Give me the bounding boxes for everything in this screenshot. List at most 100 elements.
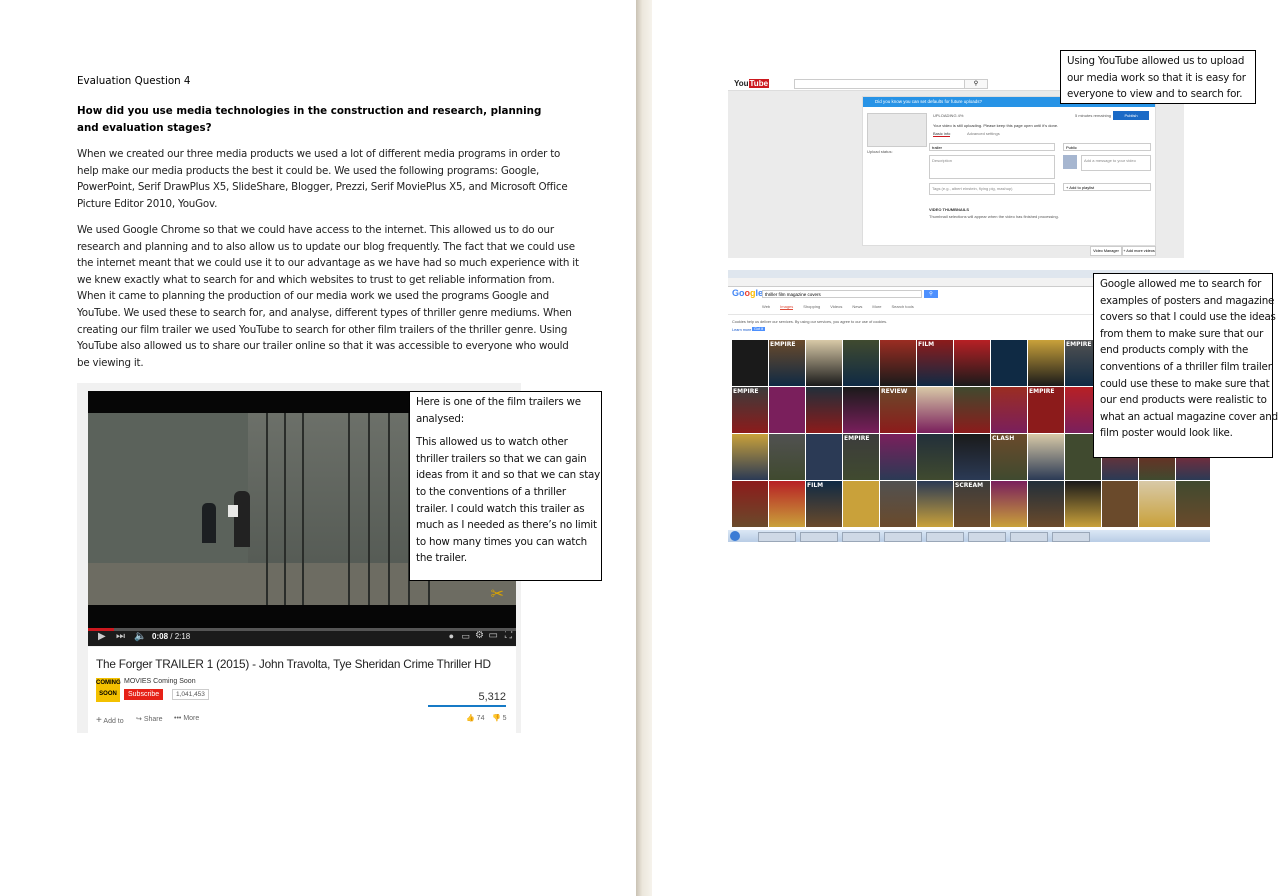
add-to-button[interactable]: + Add to (96, 715, 124, 726)
image-result-thumb[interactable]: EMPIRE (1028, 387, 1064, 433)
image-result-thumb[interactable] (843, 387, 879, 433)
privacy-select[interactable]: Public (1063, 143, 1151, 151)
tags-input[interactable]: Tags (e.g., albert einstein, flying pig,… (929, 183, 1055, 195)
dislike-button[interactable]: 👎 5 (492, 714, 507, 722)
cookie-learn-more[interactable]: Learn more (732, 328, 751, 332)
subscribe-button[interactable]: Subscribe (124, 689, 164, 700)
youtube-search-input[interactable] (794, 79, 966, 89)
image-result-thumb[interactable] (843, 481, 879, 527)
image-result-thumb[interactable]: EMPIRE (732, 387, 768, 433)
image-result-thumb[interactable]: REVIEW (880, 387, 916, 433)
share-button[interactable]: ↪ Share (136, 715, 163, 723)
image-result-thumb[interactable] (1176, 481, 1210, 527)
image-result-thumb[interactable]: SCREAM (954, 481, 990, 527)
add-more-videos-button[interactable]: + Add more videos (1122, 246, 1156, 256)
youtube-logo[interactable]: YouTube (734, 79, 770, 88)
image-result-thumb[interactable] (991, 481, 1027, 527)
theater-icon[interactable]: ▭ (489, 630, 498, 641)
taskbar-button[interactable] (842, 532, 880, 542)
image-result-thumb[interactable] (769, 434, 805, 480)
image-result-thumb[interactable] (1102, 481, 1138, 527)
google-tab[interactable]: Search tools (892, 304, 914, 309)
image-result-thumb[interactable] (954, 340, 990, 386)
image-result-thumb[interactable] (1028, 340, 1064, 386)
image-result-thumb[interactable] (954, 434, 990, 480)
paragraph-line: YouTube. We used these to search for, an… (77, 306, 572, 319)
cover-masthead: EMPIRE (770, 341, 796, 348)
image-result-thumb[interactable]: CLASH (991, 434, 1027, 480)
tab-basic-info[interactable]: Basic info (933, 131, 951, 137)
google-logo[interactable]: Google (732, 288, 763, 298)
image-result-thumb[interactable]: FILM (806, 481, 842, 527)
image-result-thumb[interactable]: EMPIRE (769, 340, 805, 386)
image-result-thumb[interactable] (1028, 434, 1064, 480)
youtube-note-text: Using YouTube allowed us to upload our me… (1067, 53, 1249, 103)
search-icon[interactable]: ⚲ (964, 79, 988, 89)
message-input[interactable]: Add a message to your video (1081, 155, 1151, 171)
taskbar-button[interactable] (758, 532, 796, 542)
description-input[interactable]: Description (929, 155, 1055, 179)
more-button[interactable]: ••• More (174, 715, 199, 722)
taskbar-button[interactable] (926, 532, 964, 542)
channel-name[interactable]: MOVIES Coming Soon (124, 678, 196, 685)
publish-button[interactable]: Publish (1113, 111, 1149, 120)
annotations-icon[interactable]: ● (449, 631, 454, 641)
google-tab[interactable]: Web (762, 304, 770, 309)
image-result-thumb[interactable] (806, 387, 842, 433)
google-tab[interactable]: More (872, 304, 881, 309)
taskbar-button[interactable] (800, 532, 838, 542)
image-result-thumb[interactable] (1065, 481, 1101, 527)
paragraph-line: we knew exactly what to search for and w… (77, 273, 555, 286)
image-result-thumb[interactable] (843, 340, 879, 386)
taskbar-button[interactable] (968, 532, 1006, 542)
image-result-thumb[interactable] (806, 434, 842, 480)
note-line: could use these to make sure that (1100, 377, 1270, 390)
google-tab[interactable]: News (852, 304, 862, 309)
image-result-thumb[interactable] (769, 387, 805, 433)
like-button[interactable]: 👍 74 (466, 714, 484, 722)
volume-icon[interactable]: 🔈 (134, 631, 146, 642)
google-search-input[interactable]: thriller film magazine covers (762, 290, 922, 298)
google-tab[interactable]: Shopping (803, 304, 820, 309)
image-result-thumb[interactable] (732, 481, 768, 527)
image-result-thumb[interactable] (732, 434, 768, 480)
image-result-thumb[interactable] (1139, 481, 1175, 527)
channel-logo[interactable]: COMING SOON (96, 678, 121, 702)
image-result-thumb[interactable] (880, 434, 916, 480)
cookie-ok-button[interactable]: Got it (752, 327, 766, 331)
tab-advanced-settings[interactable]: Advanced settings (967, 131, 1000, 136)
video-manager-button[interactable]: Video Manager (1090, 246, 1122, 256)
image-result-thumb[interactable] (954, 387, 990, 433)
image-result-thumb[interactable] (732, 340, 768, 386)
image-result-thumb[interactable] (880, 481, 916, 527)
video-title[interactable]: The Forger TRAILER 1 (2015) - John Travo… (96, 657, 491, 671)
captions-icon[interactable]: ▭ (461, 631, 470, 642)
taskbar-button[interactable] (1052, 532, 1090, 542)
taskbar-button[interactable] (884, 532, 922, 542)
fullscreen-icon[interactable]: ⛶ (505, 630, 512, 641)
image-result-thumb[interactable] (991, 387, 1027, 433)
settings-icon[interactable]: ⚙ (475, 630, 484, 641)
taskbar-button[interactable] (1010, 532, 1048, 542)
start-button[interactable] (730, 531, 740, 541)
image-result-thumb[interactable] (769, 481, 805, 527)
image-result-thumb[interactable] (917, 434, 953, 480)
note-line: covers so that I could use the ideas (1100, 311, 1276, 324)
google-search-button[interactable]: ⚲ (924, 290, 938, 298)
image-result-thumb[interactable]: EMPIRE (843, 434, 879, 480)
cover-masthead: CLASH (992, 435, 1015, 442)
image-result-thumb[interactable] (806, 340, 842, 386)
google-tab[interactable]: Images (780, 304, 794, 310)
image-result-thumb[interactable] (991, 340, 1027, 386)
add-to-playlist-button[interactable]: + Add to playlist (1063, 183, 1151, 191)
video-progress-bar[interactable] (88, 628, 516, 631)
next-icon[interactable]: ⏭ (116, 631, 125, 642)
title-input[interactable]: trailer (929, 143, 1055, 151)
play-icon[interactable]: ▶ (98, 631, 106, 642)
image-result-thumb[interactable] (1028, 481, 1064, 527)
google-tab[interactable]: Videos (830, 304, 842, 309)
image-result-thumb[interactable]: FILM (917, 340, 953, 386)
image-result-thumb[interactable] (917, 481, 953, 527)
image-result-thumb[interactable] (880, 340, 916, 386)
image-result-thumb[interactable] (917, 387, 953, 433)
